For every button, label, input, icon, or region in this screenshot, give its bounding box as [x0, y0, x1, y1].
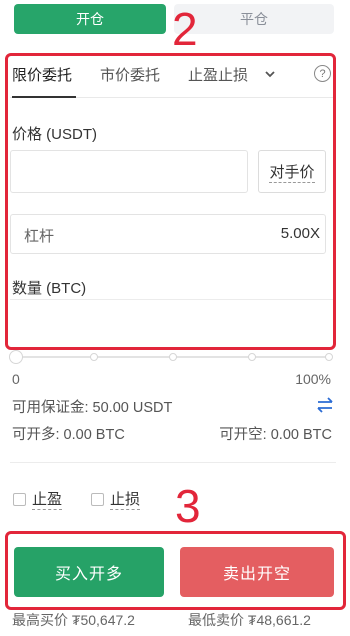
close-position-tab[interactable]: 平仓 [174, 4, 334, 34]
stop-loss-checkbox[interactable] [91, 493, 104, 506]
slider-handle[interactable] [9, 350, 23, 364]
take-profit-checkbox[interactable] [13, 493, 26, 506]
take-profit-label[interactable]: 止盈 [32, 491, 63, 510]
stop-loss-label[interactable]: 止损 [110, 491, 141, 510]
annotation-number-2: 2 [172, 3, 198, 55]
slider-step-50[interactable] [169, 353, 177, 361]
slider-step-100[interactable] [325, 353, 333, 361]
slider-max-label: 100% [295, 371, 331, 387]
can-open-long: 可开多: 0.00 BTC [12, 427, 125, 443]
annotation-number-3: 3 [175, 480, 201, 532]
highest-bid: 最高买价 ₮50,647.2 [12, 612, 135, 628]
slider-step-75[interactable] [248, 353, 256, 361]
annotation-box-action-buttons [5, 531, 346, 610]
transfer-icon[interactable] [314, 394, 336, 416]
can-open-short: 可开空: 0.00 BTC [219, 427, 332, 443]
annotation-box-order-form [5, 53, 336, 350]
open-position-tab[interactable]: 开仓 [14, 4, 166, 34]
slider-min-label: 0 [12, 371, 20, 387]
lowest-ask: 最低卖价 ₮48,661.2 [188, 612, 311, 628]
slider-step-25[interactable] [90, 353, 98, 361]
available-margin: 可用保证金: 50.00 USDT [12, 400, 173, 416]
divider [10, 462, 336, 463]
